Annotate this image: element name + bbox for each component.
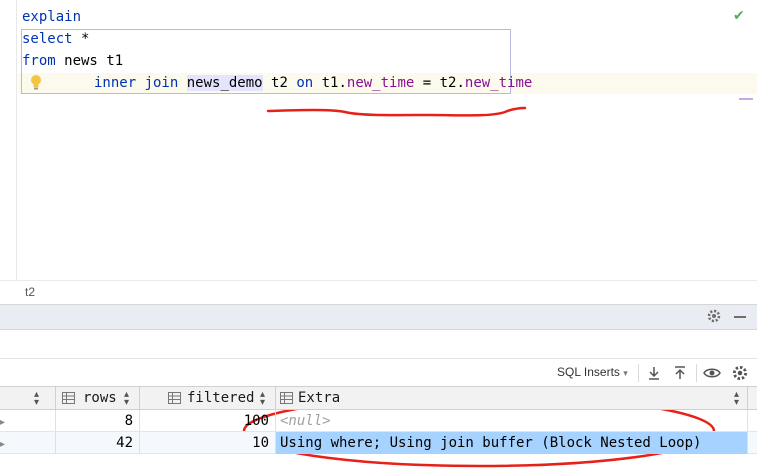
underline-annotation bbox=[266, 106, 527, 117]
column-icon bbox=[168, 392, 181, 404]
toolbar-separator bbox=[638, 364, 639, 382]
gear-icon[interactable] bbox=[731, 364, 749, 382]
column-title-filtered: filtered bbox=[187, 390, 255, 406]
column-icon bbox=[62, 392, 75, 404]
table-cell[interactable] bbox=[0, 432, 56, 454]
table-row[interactable]: ▸ 42 10 Using where; Using join buffer (… bbox=[0, 432, 757, 454]
table-row[interactable]: ▸ 8 100 <null> bbox=[0, 410, 757, 432]
table-cell[interactable] bbox=[0, 410, 56, 432]
sql-inserts-label: SQL Inserts bbox=[557, 365, 620, 379]
column-header-filtered[interactable]: filtered ▴ ▾ bbox=[140, 387, 276, 409]
breadcrumb: t2 bbox=[0, 280, 757, 304]
sort-icon[interactable]: ▴ ▾ bbox=[34, 390, 39, 408]
grid-header: ▴ ▾ rows ▴ ▾ filtered ▴ ▾ Extra ▴ ▾ bbox=[0, 386, 757, 410]
toolbar-separator bbox=[696, 364, 697, 382]
result-toolbar: SQL Inserts ▾ bbox=[0, 358, 757, 386]
table-cell-extra[interactable]: <null> bbox=[276, 410, 748, 432]
upload-icon[interactable] bbox=[671, 364, 689, 382]
minimize-icon[interactable] bbox=[734, 316, 746, 318]
column-header-partial[interactable]: ▴ ▾ bbox=[0, 387, 56, 409]
breadcrumb-item[interactable]: t2 bbox=[25, 285, 35, 299]
eye-icon[interactable] bbox=[703, 364, 721, 382]
table-cell-rows[interactable]: 42 bbox=[56, 432, 140, 454]
column-title-rows: rows bbox=[83, 390, 117, 406]
chevron-down-icon: ▾ bbox=[623, 369, 628, 379]
table-cell-extra-selected[interactable]: Using where; Using join buffer (Block Ne… bbox=[276, 432, 748, 454]
column-header-extra[interactable]: Extra ▴ ▾ bbox=[276, 387, 748, 409]
table-cell-filtered[interactable]: 10 bbox=[140, 432, 276, 454]
table-cell-filtered[interactable]: 100 bbox=[140, 410, 276, 432]
sql-inserts-dropdown[interactable]: SQL Inserts ▾ bbox=[557, 365, 628, 379]
gear-icon[interactable] bbox=[706, 308, 722, 324]
tool-window-header bbox=[0, 304, 757, 330]
download-icon[interactable] bbox=[645, 364, 663, 382]
column-icon bbox=[280, 392, 293, 404]
sort-icon[interactable]: ▴ ▾ bbox=[734, 390, 739, 408]
tool-window-body bbox=[0, 330, 757, 358]
column-title-extra: Extra bbox=[298, 390, 341, 406]
table-cell-rows[interactable]: 8 bbox=[56, 410, 140, 432]
sort-icon[interactable]: ▴ ▾ bbox=[260, 390, 265, 408]
column-header-rows[interactable]: rows ▴ ▾ bbox=[56, 387, 140, 409]
sort-icon[interactable]: ▴ ▾ bbox=[124, 390, 129, 408]
